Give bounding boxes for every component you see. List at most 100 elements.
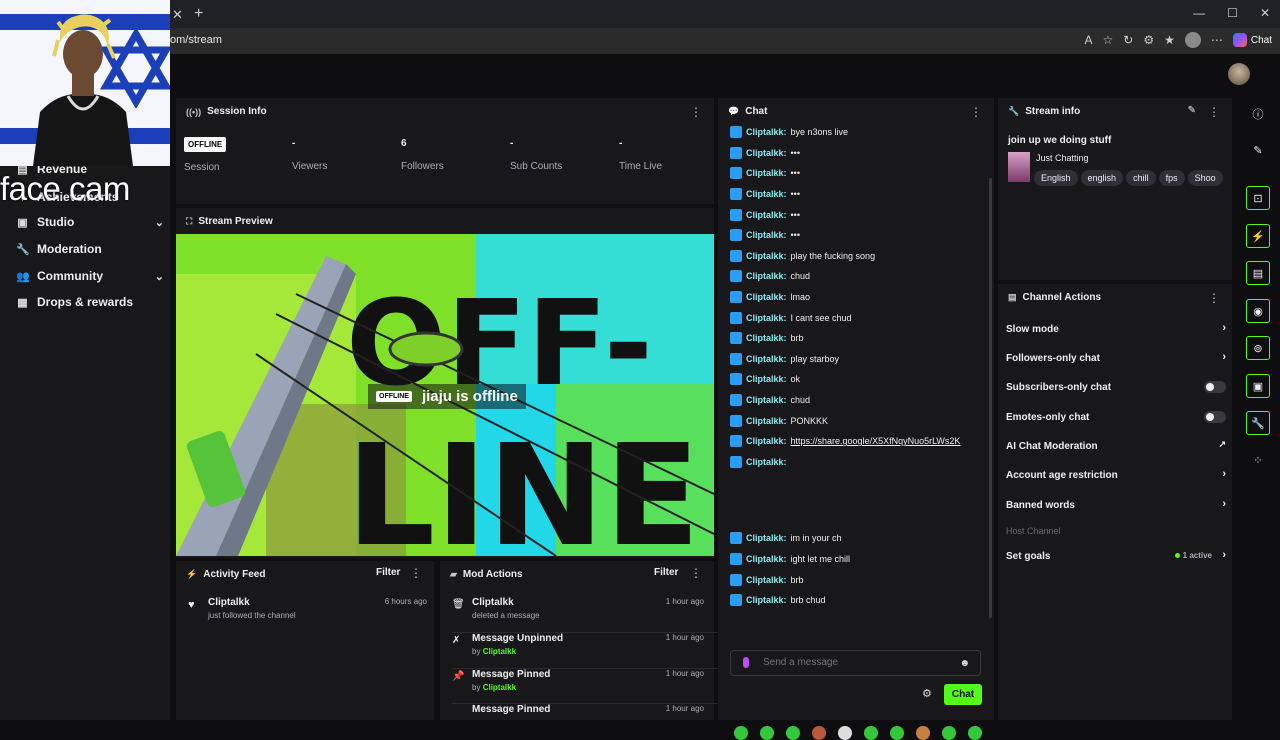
chat-message-list[interactable]: Cliptalkk: bye n3ons live Cliptalkk: ••• Cli… xyxy=(730,122,990,618)
chat-username[interactable]: Cliptalkk: xyxy=(746,436,787,446)
emote-icon[interactable] xyxy=(890,726,904,740)
copilot-chat-button[interactable]: Chat xyxy=(1232,33,1272,47)
info-icon[interactable]: ⓘ xyxy=(1246,102,1270,126)
document-icon[interactable]: ▤ xyxy=(1246,261,1270,285)
emote-icon[interactable] xyxy=(812,726,826,740)
tag[interactable]: chill xyxy=(1126,170,1156,186)
category-name[interactable]: Just Chatting xyxy=(1036,153,1089,163)
url-field[interactable]: om/stream xyxy=(170,34,222,46)
profile-avatar[interactable] xyxy=(1184,32,1201,48)
more-options-icon[interactable]: ⋮ xyxy=(970,105,982,119)
tag[interactable]: fps xyxy=(1158,170,1185,186)
tag[interactable]: english xyxy=(1080,170,1124,186)
chat-scrollbar[interactable] xyxy=(989,178,992,618)
more-options-icon[interactable]: ⋮ xyxy=(1208,105,1220,119)
chat-username[interactable]: Cliptalkk: xyxy=(746,292,787,302)
emote-icon[interactable] xyxy=(734,726,748,740)
emote-icon[interactable] xyxy=(864,726,878,740)
chat-username[interactable]: Cliptalkk: xyxy=(746,595,787,605)
chat-username[interactable]: Cliptalkk: xyxy=(746,148,787,158)
microphone-icon[interactable] xyxy=(743,657,749,668)
chat-text: play the fucking song xyxy=(790,250,876,261)
send-chat-button[interactable]: Chat xyxy=(944,684,982,705)
chat-input-box: ☻ xyxy=(730,650,981,676)
chat-username[interactable]: Cliptalkk: xyxy=(746,575,787,585)
favorite-icon[interactable]: ☆ xyxy=(1103,33,1114,47)
chevron-right-icon: › xyxy=(1222,468,1226,480)
ascii-art-message xyxy=(730,472,990,528)
emoji-icon[interactable]: ☻ xyxy=(959,658,970,669)
more-options-icon[interactable]: ⋮ xyxy=(410,566,422,580)
stat-time-live: - Time Live xyxy=(619,138,662,172)
apps-icon[interactable]: ⁘ xyxy=(1246,448,1270,472)
layout-icon[interactable]: ▣ xyxy=(1246,374,1270,398)
list-item: ♥ Cliptalkk just followed the channel 6 … xyxy=(188,597,427,620)
channel-actions-panel: ▤ Channel Actions ⋮ Slow mode › Followers-… xyxy=(998,284,1232,720)
chat-username[interactable]: Cliptalkk: xyxy=(746,127,787,137)
wrench-icon[interactable]: 🔧 xyxy=(1246,411,1270,435)
chat-username[interactable]: Cliptalkk: xyxy=(746,210,787,220)
tag[interactable]: Shoo xyxy=(1187,170,1223,186)
action-set-goals[interactable]: Set goals 1 active › xyxy=(1006,549,1226,562)
screenshot-icon[interactable]: ⊡ xyxy=(1246,186,1270,210)
more-options-icon[interactable]: ⋮ xyxy=(1208,291,1220,305)
goals-status: 1 active xyxy=(1174,551,1212,560)
stream-preview-image[interactable]: OFF- LINE OFFLINE jiaju is offline xyxy=(176,234,714,556)
lightning-icon[interactable]: ⚡ xyxy=(1246,224,1270,248)
chat-settings-icon[interactable]: ⚙ xyxy=(922,687,932,700)
sidebar-item-community[interactable]: 👥 Community ⌄ xyxy=(16,269,164,283)
action-slow-mode[interactable]: Slow mode › xyxy=(1006,322,1226,335)
filter-button[interactable]: Filter xyxy=(376,567,400,578)
emote-icon[interactable] xyxy=(760,726,774,740)
chat-input[interactable] xyxy=(763,657,943,668)
chat-username[interactable]: Cliptalkk: xyxy=(746,333,787,343)
pencil-icon[interactable]: ✎ xyxy=(1246,138,1270,162)
sidebar-item-moderation[interactable]: 🔧 Moderation xyxy=(16,242,164,256)
refresh-icon[interactable]: ↻ xyxy=(1123,33,1133,47)
action-followers-only[interactable]: Followers-only chat › xyxy=(1006,351,1226,364)
chat-bubble-icon[interactable]: ◉ xyxy=(1246,299,1270,323)
chat-username[interactable]: Cliptalkk: xyxy=(746,354,787,364)
more-icon[interactable]: ⋯ xyxy=(1211,33,1223,47)
read-aloud-icon[interactable]: A xyxy=(1085,33,1093,47)
tab-close-icon[interactable]: ✕ xyxy=(172,7,183,23)
subscribers-only-toggle[interactable] xyxy=(1204,381,1226,393)
sidebar-item-studio[interactable]: ▣ Studio ⌄ xyxy=(16,215,164,229)
chat-link[interactable]: https://share.google/X5XfNqyNuo5rLWs2K xyxy=(791,436,961,446)
edit-icon[interactable]: ✎ xyxy=(1188,105,1196,116)
more-options-icon[interactable]: ⋮ xyxy=(690,105,702,119)
sidebar-item-drops[interactable]: ▦ Drops & rewards xyxy=(16,295,164,309)
chat-username[interactable]: Cliptalkk: xyxy=(746,457,787,467)
tag[interactable]: English xyxy=(1034,170,1078,186)
emote-icon[interactable] xyxy=(916,726,930,740)
more-options-icon[interactable]: ⋮ xyxy=(690,566,702,580)
chat-username[interactable]: Cliptalkk: xyxy=(746,416,787,426)
filter-button[interactable]: Filter xyxy=(654,567,678,578)
action-ai-moderation[interactable]: AI Chat Moderation ↗ xyxy=(1006,439,1226,452)
chat-username[interactable]: Cliptalkk: xyxy=(746,168,787,178)
chat-username[interactable]: Cliptalkk: xyxy=(746,395,787,405)
emote-icon[interactable] xyxy=(786,726,800,740)
close-icon[interactable]: ✕ xyxy=(1260,6,1270,20)
chat-username[interactable]: Cliptalkk: xyxy=(746,374,787,384)
chat-username[interactable]: Cliptalkk: xyxy=(746,251,787,261)
broadcast-icon[interactable]: ⊚ xyxy=(1246,336,1270,360)
emote-icon[interactable] xyxy=(942,726,956,740)
new-tab-icon[interactable]: + xyxy=(194,5,203,23)
action-account-age[interactable]: Account age restriction › xyxy=(1006,468,1226,481)
chat-username[interactable]: Cliptalkk: xyxy=(746,313,787,323)
emote-icon[interactable] xyxy=(968,726,982,740)
emotes-only-toggle[interactable] xyxy=(1204,411,1226,423)
minimize-icon[interactable]: — xyxy=(1193,6,1205,20)
action-banned-words[interactable]: Banned words › xyxy=(1006,498,1226,511)
emote-icon[interactable] xyxy=(838,726,852,740)
favorites-icon[interactable]: ★ xyxy=(1164,33,1175,47)
chat-username[interactable]: Cliptalkk: xyxy=(746,533,787,543)
user-avatar[interactable] xyxy=(1228,63,1250,85)
chat-username[interactable]: Cliptalkk: xyxy=(746,230,787,240)
extensions-icon[interactable]: ⚙ xyxy=(1143,33,1154,47)
chat-username[interactable]: Cliptalkk: xyxy=(746,189,787,199)
chat-username[interactable]: Cliptalkk: xyxy=(746,554,787,564)
chat-username[interactable]: Cliptalkk: xyxy=(746,271,787,281)
maximize-icon[interactable]: ☐ xyxy=(1227,6,1238,20)
